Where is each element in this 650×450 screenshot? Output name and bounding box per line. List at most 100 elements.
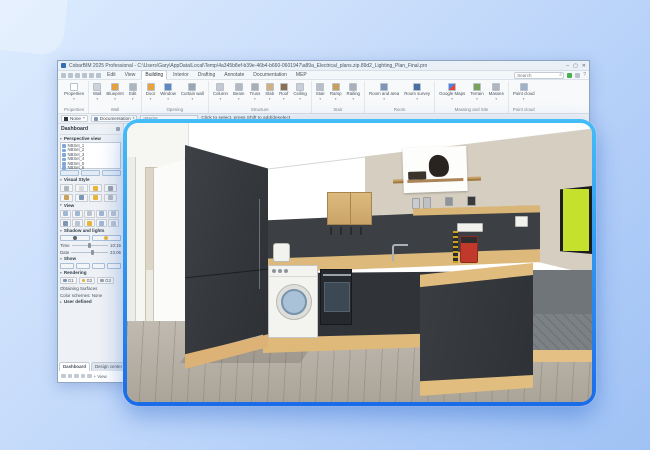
gray-sofa: [529, 270, 592, 369]
point-cloud-button[interactable]: Point cloud ▾: [512, 82, 536, 102]
visual-style-button[interactable]: [89, 184, 102, 192]
visual-style-button[interactable]: [104, 184, 117, 192]
visual-style-button[interactable]: [89, 194, 102, 202]
view-tool-button[interactable]: [84, 210, 95, 218]
curtain-wall-button[interactable]: Curtain wall ▾: [180, 82, 205, 102]
menu-tab-mep[interactable]: MEP: [293, 71, 310, 79]
view-tool-button[interactable]: [96, 219, 107, 227]
beam-button[interactable]: Beam ▾: [232, 82, 245, 102]
view-tool-button[interactable]: [84, 219, 95, 227]
window-button[interactable]: Window ▾: [159, 82, 177, 102]
menu-tab-documentation[interactable]: Documentation: [250, 71, 290, 79]
view-tool-button[interactable]: [108, 210, 119, 218]
layer-dropdown[interactable]: None ▾: [61, 115, 88, 122]
add-view-label[interactable]: + View: [94, 374, 107, 379]
railing-button[interactable]: Railing ▾: [346, 82, 361, 102]
properties-button[interactable]: Properties ▾: [63, 82, 85, 102]
section-expander-icon[interactable]: ▾: [60, 229, 62, 233]
section-expander-icon[interactable]: ▾: [60, 271, 62, 275]
pin-icon[interactable]: [116, 127, 120, 131]
menu-tab-edit[interactable]: Edit: [104, 71, 119, 79]
room-and-area-button[interactable]: Room and area ▾: [368, 82, 400, 102]
light-toggle-button[interactable]: [92, 235, 122, 241]
shadow-toggle-button[interactable]: [60, 235, 90, 241]
sync-status-icon[interactable]: [567, 73, 572, 78]
open-file-icon[interactable]: [68, 73, 73, 78]
menu-tab-drafting[interactable]: Drafting: [195, 71, 219, 79]
masses-button[interactable]: Masses ▾: [488, 82, 505, 102]
new-file-icon[interactable]: [61, 73, 66, 78]
show-toggle-button[interactable]: [60, 263, 74, 269]
visual-style-button[interactable]: [75, 184, 88, 192]
save-icon[interactable]: [75, 73, 80, 78]
status-units-icon[interactable]: [87, 374, 92, 379]
truss-button[interactable]: Truss ▾: [248, 82, 261, 102]
menu-tab-building[interactable]: Building: [141, 70, 167, 80]
view-tool-button[interactable]: [60, 210, 71, 218]
menu-tab-view[interactable]: View: [122, 71, 139, 79]
close-button[interactable]: ✕: [582, 63, 586, 69]
search-box[interactable]: ⌕: [514, 72, 564, 79]
terrain-button[interactable]: Terrain ▾: [469, 82, 484, 102]
minimize-button[interactable]: –: [566, 63, 569, 69]
view-tool-button[interactable]: [108, 219, 119, 227]
search-input[interactable]: [517, 73, 557, 78]
render-quality-button[interactable]: G3: [97, 277, 114, 284]
render-3d-kitchen-viewport[interactable]: [127, 123, 592, 402]
color-scheme-value[interactable]: None: [92, 293, 103, 298]
google-maps-button[interactable]: Google Maps ▾: [438, 82, 466, 102]
user-account-icon[interactable]: [575, 73, 580, 78]
section-expander-icon[interactable]: ▾: [60, 203, 62, 207]
roof-button[interactable]: Roof ▾: [278, 82, 289, 102]
status-layers-icon[interactable]: [81, 374, 86, 379]
status-ortho-icon[interactable]: [74, 374, 79, 379]
redo-icon[interactable]: [96, 73, 101, 78]
status-grid-icon[interactable]: [61, 374, 66, 379]
chevron-down-icon: ▾: [191, 98, 193, 102]
visual-style-button[interactable]: [60, 194, 73, 202]
render-quality-button[interactable]: G2: [79, 277, 96, 284]
view-icon: [62, 153, 66, 157]
view-tool-button[interactable]: [72, 219, 83, 227]
date-slider[interactable]: [71, 252, 108, 254]
perspective-view-list[interactable]: NBSet_1 NBSet_2 NBSet_3 NBSet_4 NBSet_5 …: [60, 142, 121, 169]
view-action-button[interactable]: [102, 170, 121, 176]
visual-style-button[interactable]: [104, 194, 117, 202]
tab-design-center[interactable]: Design center: [91, 362, 126, 371]
ramp-button[interactable]: Ramp ▾: [329, 82, 343, 102]
tab-dashboard[interactable]: Dashboard: [59, 362, 90, 371]
column-button[interactable]: Column ▾: [212, 82, 229, 102]
visual-style-button[interactable]: [60, 184, 73, 192]
show-toggle-button[interactable]: [92, 263, 106, 269]
stair-button[interactable]: Stair ▾: [315, 82, 326, 102]
show-toggle-button[interactable]: [107, 263, 121, 269]
menu-tab-annotate[interactable]: Annotate: [221, 71, 247, 79]
maximize-button[interactable]: ▢: [573, 63, 578, 69]
status-snap-icon[interactable]: [68, 374, 73, 379]
room-survey-button[interactable]: Room survey ▾: [403, 82, 431, 102]
view-tool-button[interactable]: [60, 219, 71, 227]
view-action-button[interactable]: [60, 170, 79, 176]
wall-button[interactable]: Wall ▾: [92, 82, 102, 102]
section-expander-icon[interactable]: ▾: [60, 178, 62, 182]
help-button[interactable]: ?: [583, 72, 586, 78]
time-slider[interactable]: [72, 245, 108, 247]
blueprint-button[interactable]: Blueprint ▾: [105, 82, 124, 102]
view-tool-button[interactable]: [72, 210, 83, 218]
door-button[interactable]: Door ▾: [145, 82, 157, 102]
wall-edit-button[interactable]: Edit ▾: [128, 82, 138, 102]
show-toggle-button[interactable]: [76, 263, 90, 269]
ceiling-button[interactable]: Ceiling ▾: [292, 82, 307, 102]
visual-style-button[interactable]: [75, 194, 88, 202]
slab-button[interactable]: Slab ▾: [264, 82, 275, 102]
dog-silhouette: [428, 155, 449, 178]
view-action-button[interactable]: [81, 170, 100, 176]
section-expander-icon[interactable]: ▾: [60, 137, 62, 141]
menu-tab-interior[interactable]: Interior: [170, 71, 192, 79]
section-expander-icon[interactable]: ▸: [60, 300, 62, 304]
print-icon[interactable]: [82, 73, 87, 78]
undo-icon[interactable]: [89, 73, 94, 78]
view-tool-button[interactable]: [96, 210, 107, 218]
section-expander-icon[interactable]: ▾: [60, 257, 62, 261]
render-quality-button[interactable]: G1: [60, 277, 77, 284]
